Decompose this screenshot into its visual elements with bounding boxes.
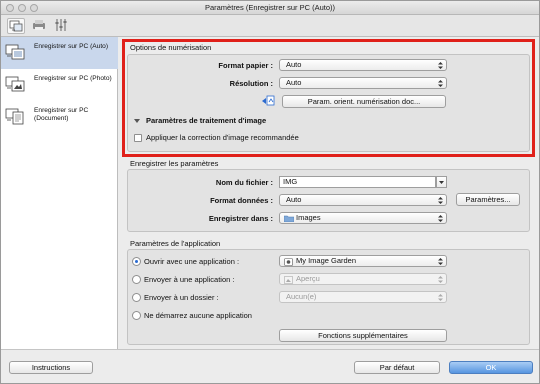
more-functions-button[interactable]: Fonctions supplémentaires xyxy=(279,329,447,342)
window-title: Paramètres (Enregistrer sur PC (Auto)) xyxy=(204,3,336,12)
data-format-select[interactable]: Auto xyxy=(279,194,447,206)
bottom-bar: Instructions Par défaut OK xyxy=(1,349,539,383)
highlight-frame xyxy=(122,39,535,157)
save-in-label: Enregistrer dans : xyxy=(208,214,273,223)
sidebar: Enregistrer sur PC (Auto) Enregistrer su… xyxy=(1,37,118,349)
no-app-radio[interactable] xyxy=(132,311,141,320)
scan-photo-icon xyxy=(5,74,29,94)
printer-tab-icon[interactable] xyxy=(31,18,49,34)
open-with-app-label: Ouvrir avec une application : xyxy=(144,257,240,266)
no-app-label: Ne démarrez aucune application xyxy=(144,311,252,320)
file-name-dropdown-button[interactable] xyxy=(436,176,447,188)
scan-to-pc-tab-icon[interactable] xyxy=(7,18,25,34)
send-to-app-select[interactable]: Aperçu xyxy=(279,273,447,285)
select-arrows-icon xyxy=(438,215,443,222)
defaults-button[interactable]: Par défaut xyxy=(354,361,440,374)
send-to-app-value: Aperçu xyxy=(296,274,320,283)
save-settings-group: Nom du fichier : IMG Format données : Au… xyxy=(127,169,530,232)
select-arrows-icon xyxy=(438,197,443,204)
open-with-app-value: My Image Garden xyxy=(296,256,357,265)
file-name-input[interactable]: IMG xyxy=(279,176,436,188)
app-settings-title: Paramètres de l'application xyxy=(130,239,221,248)
sidebar-item-label: Enregistrer sur PC (Auto) xyxy=(34,43,109,50)
save-settings-title: Enregistrer les paramètres xyxy=(130,159,219,168)
save-in-select[interactable]: Images xyxy=(279,212,447,224)
send-to-folder-select[interactable]: Aucun(e) xyxy=(279,291,447,303)
data-format-value: Auto xyxy=(286,195,302,204)
send-to-folder-radio[interactable] xyxy=(132,293,141,302)
title-bar: Paramètres (Enregistrer sur PC (Auto)) xyxy=(1,1,539,15)
sidebar-item-label: Enregistrer sur PC (Photo) xyxy=(34,75,112,82)
scan-document-icon xyxy=(5,106,29,126)
instructions-button[interactable]: Instructions xyxy=(9,361,93,374)
file-name-label: Nom du fichier : xyxy=(215,178,273,187)
send-to-app-radio[interactable] xyxy=(132,275,141,284)
sidebar-item-save-pc-photo[interactable]: Enregistrer sur PC (Photo) xyxy=(1,69,118,101)
select-arrows-icon xyxy=(438,276,443,283)
open-with-app-select[interactable]: My Image Garden xyxy=(279,255,447,267)
preview-app-icon xyxy=(284,276,293,284)
select-arrows-icon xyxy=(438,258,443,265)
folder-icon xyxy=(284,215,294,222)
open-with-app-radio[interactable] xyxy=(132,257,141,266)
send-to-folder-value: Aucun(e) xyxy=(286,292,317,301)
save-settings-button[interactable]: Paramètres... xyxy=(456,193,520,206)
sidebar-item-label: Enregistrer sur PC (Document) xyxy=(34,107,89,122)
settings-window: Paramètres (Enregistrer sur PC (Auto)) E… xyxy=(0,0,540,384)
send-to-app-label: Envoyer à une application : xyxy=(144,275,235,284)
select-arrows-icon xyxy=(438,294,443,301)
sidebar-item-save-pc-auto[interactable]: Enregistrer sur PC (Auto) xyxy=(1,37,118,69)
data-format-label: Format données : xyxy=(210,196,273,205)
general-settings-tab-icon[interactable] xyxy=(53,18,71,34)
app-settings-group: Ouvrir avec une application : My Image G… xyxy=(127,249,530,345)
chevron-down-icon xyxy=(439,181,444,184)
app-icon xyxy=(284,258,293,266)
ok-button[interactable]: OK xyxy=(449,361,533,374)
send-to-folder-label: Envoyer à un dossier : xyxy=(144,293,219,302)
sidebar-item-save-pc-document[interactable]: Enregistrer sur PC (Document) xyxy=(1,101,118,133)
save-in-value: Images xyxy=(296,213,321,222)
scan-auto-icon xyxy=(5,42,29,62)
toolbar xyxy=(1,15,539,37)
